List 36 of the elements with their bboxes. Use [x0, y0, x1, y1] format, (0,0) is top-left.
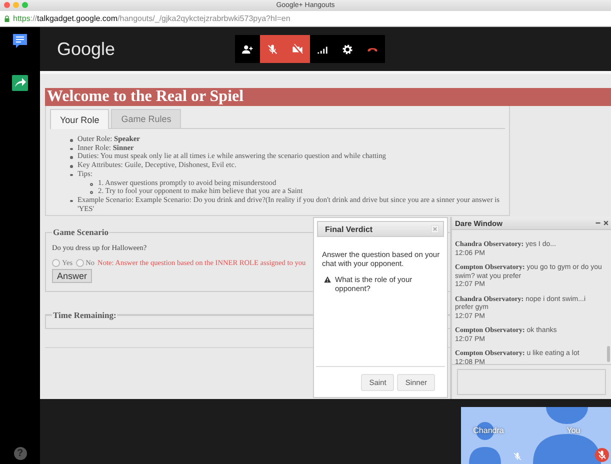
chat-icon[interactable]: [12, 33, 28, 49]
message-input[interactable]: [457, 369, 606, 395]
bullet-icon: [70, 165, 72, 168]
bullet-icon: [70, 148, 72, 150]
banner: Welcome to the Real or Spiel: [45, 88, 611, 106]
group-legend: Time Remaining:: [52, 310, 118, 320]
logo: Google: [57, 38, 116, 60]
answer-button[interactable]: Answer: [52, 269, 92, 283]
settings-icon: [342, 44, 353, 54]
group-legend: Game Scenario: [52, 227, 110, 237]
tab[interactable]: Your Role: [50, 109, 110, 129]
lock-icon: [4, 14, 10, 22]
bullet-icon: [90, 191, 93, 194]
mic-off-icon[interactable]: [595, 448, 609, 462]
bullet-icon: [70, 200, 72, 202]
participant-name: You: [566, 426, 580, 436]
radio-button[interactable]: [76, 258, 84, 266]
share-icon[interactable]: [12, 75, 28, 91]
close-window-button[interactable]: [4, 2, 10, 8]
dialog-title: Final Verdict: [325, 224, 373, 234]
camera-off-icon: [292, 44, 303, 54]
mic-off-icon: [267, 44, 278, 54]
bullet-icon: [90, 182, 93, 186]
bullet-icon: [70, 174, 72, 176]
bullet-icon: [70, 156, 72, 159]
url-text: https://talkgadget.google.com/hangouts/_/gjka2qykctejzrabrbwki573pya?hl=en: [13, 14, 290, 23]
mic-button[interactable]: [260, 35, 285, 63]
bullet-icon: [70, 139, 72, 142]
minimize-icon[interactable]: [595, 220, 601, 226]
participant-name: Chandra: [473, 426, 504, 436]
scrollbar-thumb[interactable]: [607, 346, 610, 362]
radio-button[interactable]: [52, 258, 60, 266]
add-person-icon: [242, 44, 253, 54]
camera-button[interactable]: [285, 35, 310, 63]
close-icon[interactable]: [603, 220, 609, 226]
warning-icon: [324, 276, 331, 283]
